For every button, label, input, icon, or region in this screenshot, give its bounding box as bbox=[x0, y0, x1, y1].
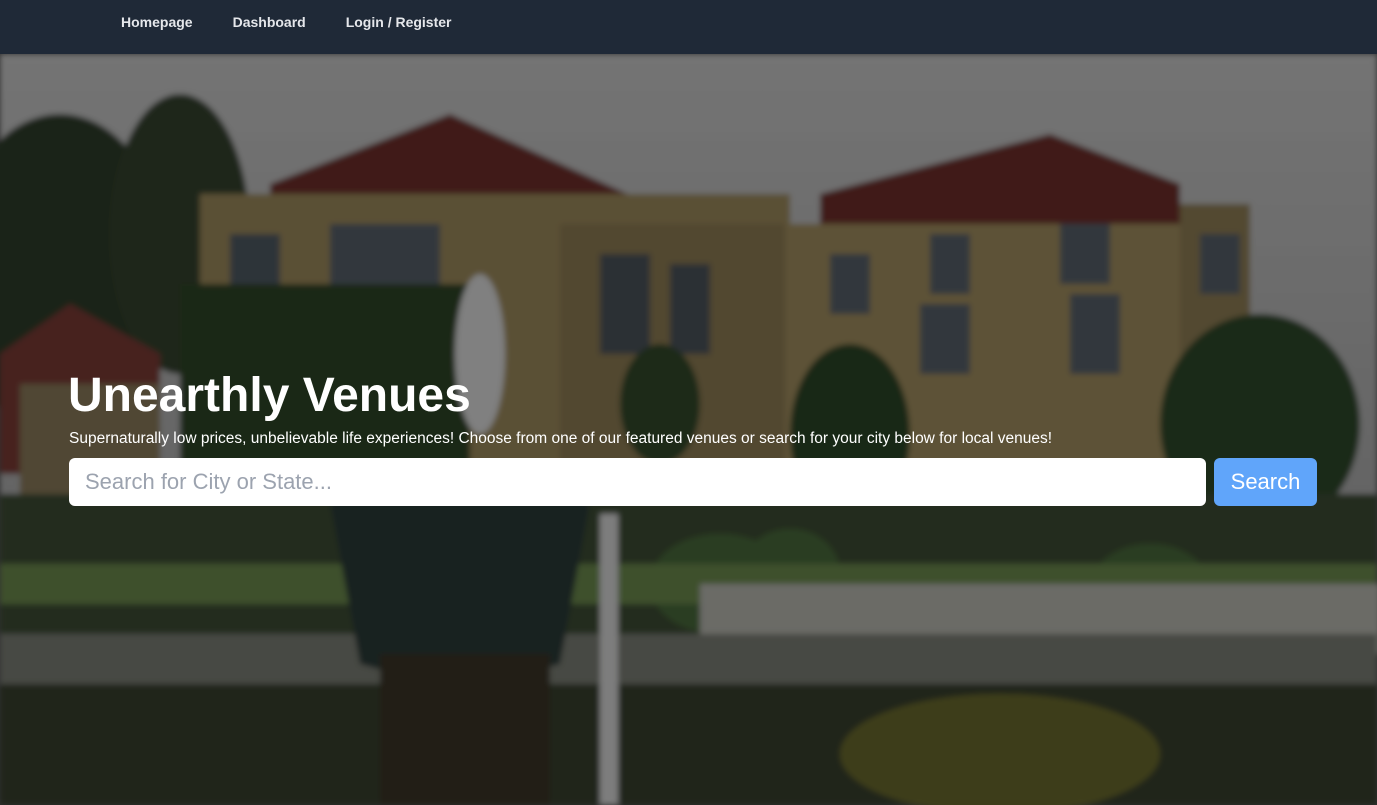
hero-subtitle: Supernaturally low prices, unbelievable … bbox=[69, 430, 1053, 447]
hero-section: Unearthly Venues Supernaturally low pric… bbox=[0, 54, 1377, 805]
search-button[interactable]: Search bbox=[1214, 458, 1317, 506]
city-state-search-input[interactable] bbox=[69, 458, 1206, 506]
nav-link-homepage[interactable]: Homepage bbox=[121, 14, 193, 30]
nav-link-login-register[interactable]: Login / Register bbox=[346, 14, 452, 30]
nav-link-dashboard[interactable]: Dashboard bbox=[233, 14, 306, 30]
hero-title: Unearthly Venues bbox=[68, 369, 471, 422]
top-navbar: Homepage Dashboard Login / Register bbox=[0, 0, 1377, 54]
nav-links: Homepage Dashboard Login / Register bbox=[121, 14, 492, 30]
